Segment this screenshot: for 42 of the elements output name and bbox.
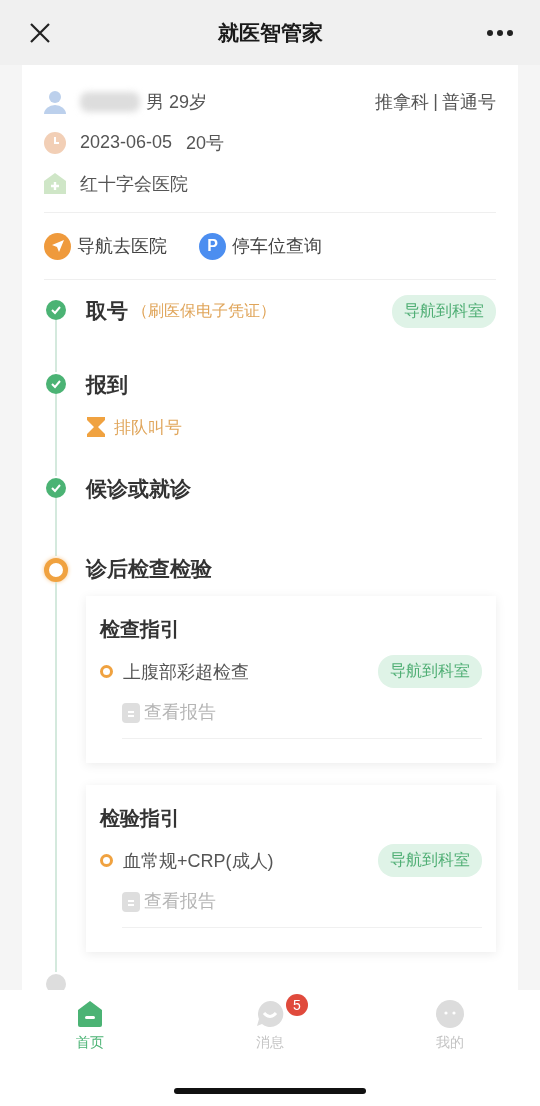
- guide-title: 检验指引: [100, 806, 181, 831]
- navigate-department-button[interactable]: 导航到科室: [378, 655, 482, 688]
- unread-count: 5: [286, 994, 308, 1016]
- parking-link[interactable]: P 停车位查询: [199, 232, 322, 260]
- step-title: 取号: [86, 298, 128, 324]
- tab-item[interactable]: 消息: [255, 1000, 285, 1052]
- clipboard-icon: [122, 890, 140, 912]
- home-icon: [75, 1000, 105, 1028]
- hospital-name: 红十字会医院: [80, 172, 188, 196]
- ticket-type: 普通号: [442, 90, 496, 114]
- exam-name: 上腹部彩超检查: [123, 660, 249, 684]
- tab-item[interactable]: 首页: [75, 1000, 105, 1052]
- step-note: （刷医保电子凭证）: [132, 300, 276, 321]
- hourglass-icon: [86, 416, 106, 438]
- clock-icon: [44, 131, 66, 154]
- department: 推拿科: [375, 90, 430, 114]
- view-report-link[interactable]: 查看报告: [122, 700, 482, 739]
- queue-status: 排队叫号: [114, 416, 182, 439]
- navigate-link[interactable]: 导航去医院: [44, 232, 167, 260]
- ring-icon: [100, 665, 113, 678]
- parking-icon: P: [199, 232, 226, 260]
- step-title: 候诊或就诊: [86, 476, 191, 502]
- chat-bubble-icon: [255, 1000, 285, 1028]
- navigate-department-button[interactable]: 导航到科室: [378, 844, 482, 877]
- gender-age: 男 29岁: [146, 90, 208, 114]
- face-icon: [436, 1000, 464, 1028]
- tab-item[interactable]: 我的: [436, 1000, 464, 1052]
- page-title: 就医智管家: [217, 19, 323, 46]
- view-report-link[interactable]: 查看报告: [122, 889, 482, 928]
- person-icon: [44, 89, 66, 114]
- ring-icon: [100, 854, 113, 867]
- hospital-icon: [44, 172, 66, 195]
- exam-name: 血常规+CRP(成人): [123, 849, 274, 873]
- step-title: 诊后检查检验: [86, 556, 212, 582]
- separator: |: [433, 91, 438, 112]
- queue-number: 20号: [186, 131, 225, 155]
- blurred-name: [80, 91, 140, 112]
- navigate-department-button[interactable]: 导航到科室: [392, 294, 496, 328]
- step-title: 报到: [86, 372, 128, 398]
- visit-date: 2023-06-05: [80, 132, 173, 153]
- clipboard-icon: [122, 701, 140, 723]
- guide-title: 检查指引: [100, 617, 181, 642]
